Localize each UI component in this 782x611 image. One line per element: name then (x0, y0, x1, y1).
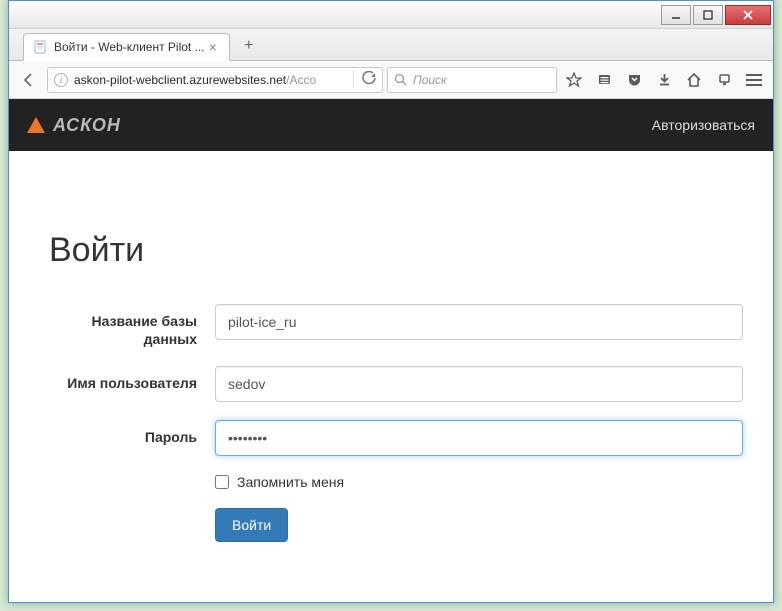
search-box[interactable]: Поиск (387, 67, 557, 93)
password-label: Пароль (39, 420, 215, 446)
tab-favicon (32, 39, 48, 55)
app-logo[interactable]: аскон (27, 115, 121, 136)
form-row-username: Имя пользователя (39, 366, 743, 402)
form-row-remember: Запомнить меня (39, 474, 743, 490)
database-input[interactable] (215, 304, 743, 340)
url-text: askon-pilot-webclient.azurewebsites.net/… (74, 73, 316, 87)
remember-text: Запомнить меня (237, 474, 344, 490)
reload-button[interactable] (353, 71, 376, 88)
logo-mark-icon (27, 117, 45, 133)
bookmark-star-icon[interactable] (561, 67, 587, 93)
search-placeholder: Поиск (413, 73, 447, 87)
remember-checkbox[interactable] (215, 475, 229, 489)
tab-strip: Войти - Web-клиент Pilot ... × + (9, 29, 773, 61)
page-content: Войти Название базы данных Имя пользоват… (9, 151, 773, 580)
downloads-icon[interactable] (651, 67, 677, 93)
username-label: Имя пользователя (39, 366, 215, 392)
page-title: Войти (49, 231, 743, 270)
tab-title: Войти - Web-клиент Pilot ... (54, 40, 205, 54)
menu-button[interactable] (741, 67, 767, 93)
tab-close-button[interactable]: × (205, 39, 221, 55)
search-icon (394, 73, 407, 86)
window-titlebar (9, 1, 773, 29)
browser-window: Войти - Web-клиент Pilot ... × + i askon… (8, 0, 774, 603)
browser-tab[interactable]: Войти - Web-клиент Pilot ... × (23, 33, 230, 61)
remember-checkbox-label[interactable]: Запомнить меня (215, 474, 743, 490)
database-label: Название базы данных (39, 304, 215, 348)
form-row-submit: Войти (39, 508, 743, 542)
logo-text: аскон (53, 115, 121, 136)
site-info-icon[interactable]: i (54, 73, 68, 87)
home-icon[interactable] (681, 67, 707, 93)
browser-toolbar: i askon-pilot-webclient.azurewebsites.ne… (9, 61, 773, 99)
sync-icon[interactable] (711, 67, 737, 93)
app-header: аскон Авторизоваться (9, 99, 773, 151)
authorize-link[interactable]: Авторизоваться (652, 117, 755, 133)
login-button[interactable]: Войти (215, 508, 288, 542)
new-tab-button[interactable]: + (236, 34, 262, 58)
password-input[interactable] (215, 420, 743, 456)
form-row-database: Название базы данных (39, 304, 743, 348)
close-window-button[interactable] (725, 5, 771, 25)
url-bar[interactable]: i askon-pilot-webclient.azurewebsites.ne… (47, 67, 383, 93)
maximize-button[interactable] (693, 5, 723, 25)
username-input[interactable] (215, 366, 743, 402)
minimize-button[interactable] (661, 5, 691, 25)
form-row-password: Пароль (39, 420, 743, 456)
sidebar-icon[interactable] (591, 67, 617, 93)
pocket-icon[interactable] (621, 67, 647, 93)
hamburger-icon (746, 74, 762, 86)
back-button[interactable] (15, 66, 43, 94)
